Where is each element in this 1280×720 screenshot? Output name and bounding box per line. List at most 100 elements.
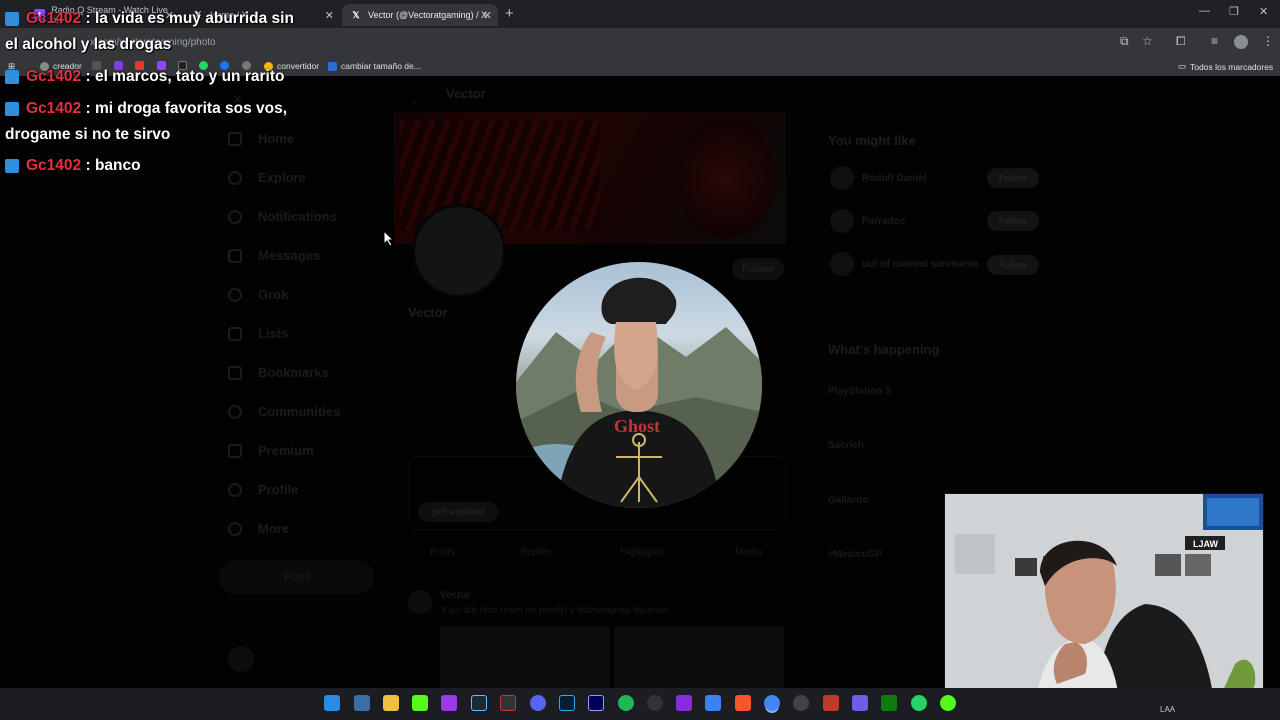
chat-username: Gc1402: [26, 10, 82, 27]
nav-label: Communities: [258, 404, 341, 419]
nav-label: Explore: [258, 170, 306, 185]
spotify-icon[interactable]: [618, 695, 634, 711]
grok-icon: [228, 287, 242, 302]
chat-message: Gc1402 : la vida es muy aburrida sin: [26, 6, 294, 32]
account-avatar[interactable]: [228, 646, 254, 672]
svg-text:Ghost: Ghost: [614, 416, 660, 436]
whatsapp-icon[interactable]: [911, 695, 927, 711]
suggestion-row[interactable]: Rodolf Daniel: [830, 166, 926, 190]
chat-username: Gc1402: [26, 100, 82, 117]
x-logo-icon: [228, 443, 242, 458]
suggestion-name: out of context sanmartin: [862, 258, 979, 270]
get-verified-button[interactable]: get verified: [418, 502, 498, 522]
bookmark-label: Todos los marcadores: [1190, 61, 1274, 72]
bookmark-label: cambiar tamaño de...: [341, 61, 421, 71]
suggestion-row[interactable]: Parrados: [830, 209, 905, 233]
tweet-image[interactable]: [614, 626, 784, 688]
steam-icon[interactable]: [471, 695, 487, 711]
chat-text: : la vida es muy aburrida sin: [81, 10, 294, 27]
more-icon: [228, 521, 242, 536]
nav-label: Notifications: [258, 209, 337, 224]
nav-lists[interactable]: Lists: [228, 326, 288, 341]
follow-button[interactable]: Follow: [987, 255, 1039, 275]
tweet-image[interactable]: [440, 626, 610, 688]
follow-button[interactable]: Follow: [732, 258, 784, 280]
capcut-icon[interactable]: [441, 695, 457, 711]
nav-profile[interactable]: Profile: [228, 482, 298, 497]
kick-icon[interactable]: [412, 695, 428, 711]
profile-avatar[interactable]: [1234, 35, 1248, 49]
epic-games-icon[interactable]: [500, 695, 516, 711]
cast-icon[interactable]: ⧉: [1120, 34, 1129, 49]
nav-grok[interactable]: Grok: [228, 287, 288, 302]
new-tab-button[interactable]: +: [505, 5, 514, 22]
windows-start-icon[interactable]: [324, 695, 340, 711]
nav-communities[interactable]: Communities: [228, 404, 340, 419]
nav-label: Grok: [258, 287, 289, 302]
app-icon[interactable]: [940, 695, 956, 711]
app-icon[interactable]: [823, 695, 839, 711]
profile-photo-enlarged: Ghost: [516, 262, 762, 508]
nav-more[interactable]: More: [228, 521, 289, 536]
app-icon[interactable]: [647, 695, 663, 711]
chat-message-continued: drogame si no te sirvo: [5, 126, 171, 143]
all-bookmarks-folder[interactable]: ▭ Todos los marcadores: [1178, 61, 1273, 72]
chat-badge-icon: [5, 12, 19, 26]
chrome-icon[interactable]: [764, 695, 780, 711]
app-icon[interactable]: [705, 695, 721, 711]
close-icon[interactable]: ✕: [483, 9, 492, 22]
tray-language[interactable]: LAA: [1160, 705, 1175, 714]
nav-explore[interactable]: Explore: [228, 170, 306, 185]
windows-taskbar: [0, 688, 1280, 720]
gamepad-icon[interactable]: [852, 695, 868, 711]
chat-message: Gc1402 : mi droga favorita sos vos,: [26, 96, 287, 122]
tab-replies[interactable]: Replies: [520, 547, 553, 558]
close-window-button[interactable]: ✕: [1259, 5, 1268, 18]
trend-item[interactable]: PlayStation 5: [828, 386, 891, 397]
file-explorer-icon[interactable]: [383, 695, 399, 711]
star-icon[interactable]: ☆: [1142, 34, 1153, 48]
nav-label: More: [258, 521, 290, 536]
bookmark-cambiar[interactable]: cambiar tamaño de...: [328, 61, 421, 71]
trend-item[interactable]: #MexicoGP: [828, 549, 882, 560]
tab-posts[interactable]: Posts: [430, 547, 455, 558]
close-icon[interactable]: ✕: [325, 9, 334, 22]
trend-item[interactable]: Gallardo: [828, 495, 869, 506]
trend-item[interactable]: Sacrich: [828, 440, 864, 451]
app-icon[interactable]: [793, 695, 809, 711]
discord-icon[interactable]: [530, 695, 546, 711]
notepad-icon[interactable]: [354, 695, 370, 711]
minimize-button[interactable]: —: [1199, 5, 1210, 17]
photoshop-icon[interactable]: [559, 695, 575, 711]
nav-bookmarks[interactable]: Bookmarks: [228, 365, 329, 380]
nav-home[interactable]: Home: [228, 131, 294, 146]
chat-badge-icon: [5, 102, 19, 116]
tweet-author: Vector: [440, 590, 471, 601]
nav-messages[interactable]: Messages: [228, 248, 320, 263]
chat-username: Gc1402: [26, 157, 82, 174]
banner-figure: [676, 118, 776, 238]
webcam-illustration: LJAW: [945, 494, 1263, 708]
tab-media[interactable]: Media: [735, 547, 762, 558]
profile-name: Vector: [408, 305, 448, 320]
xbox-icon[interactable]: [881, 695, 897, 711]
nav-label: Home: [258, 131, 295, 146]
tab-vector-x[interactable]: 𝕏 Vector (@Vectoratgaming) / X ✕: [342, 4, 498, 26]
nav-premium[interactable]: Premium: [228, 443, 314, 458]
tab-label: Vector (@Vectoratgaming) / X: [368, 10, 488, 20]
tab-highlights[interactable]: Highlights: [620, 547, 664, 558]
avatar: [830, 209, 854, 233]
maximize-button[interactable]: ❐: [1229, 5, 1239, 18]
post-button[interactable]: Post: [219, 560, 374, 594]
extensions-icon[interactable]: ⧠: [1176, 34, 1186, 49]
nav-label: Bookmarks: [258, 365, 329, 380]
media-icon[interactable]: ≡: [1211, 34, 1218, 48]
suggestion-row[interactable]: out of context sanmartin: [830, 252, 979, 276]
follow-button[interactable]: Follow: [987, 168, 1039, 188]
brave-icon[interactable]: [735, 695, 751, 711]
follow-button[interactable]: Follow: [987, 211, 1039, 231]
nav-notifications[interactable]: Notifications: [228, 209, 337, 224]
menu-icon[interactable]: ⋮: [1262, 34, 1274, 48]
premiere-icon[interactable]: [588, 695, 604, 711]
app-icon[interactable]: [676, 695, 692, 711]
